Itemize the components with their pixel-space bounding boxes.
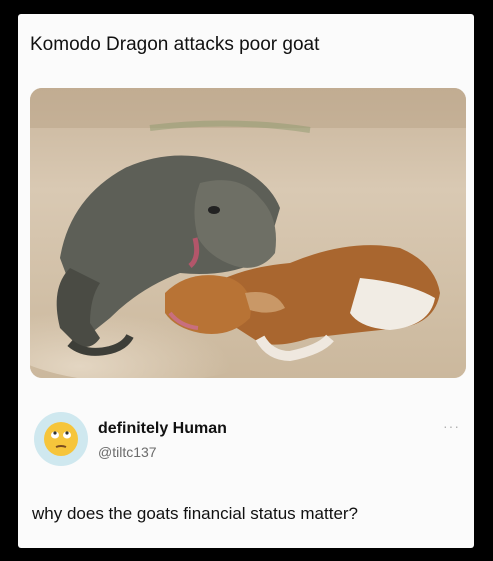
komodo-goat-image [30, 88, 466, 378]
post-photo[interactable] [30, 88, 466, 378]
post-card: Komodo Dragon attacks poor goat definite… [18, 14, 474, 548]
author-avatar[interactable] [34, 412, 88, 466]
eye-roll-emoji-icon [44, 422, 78, 456]
author-display-name[interactable]: definitely Human [98, 420, 227, 438]
reply-text: why does the goats financial status matt… [32, 504, 359, 523]
more-options-icon[interactable]: ··· [443, 418, 460, 434]
post-title: Komodo Dragon attacks poor goat [30, 34, 320, 55]
author-handle[interactable]: @tiltc137 [98, 444, 157, 460]
